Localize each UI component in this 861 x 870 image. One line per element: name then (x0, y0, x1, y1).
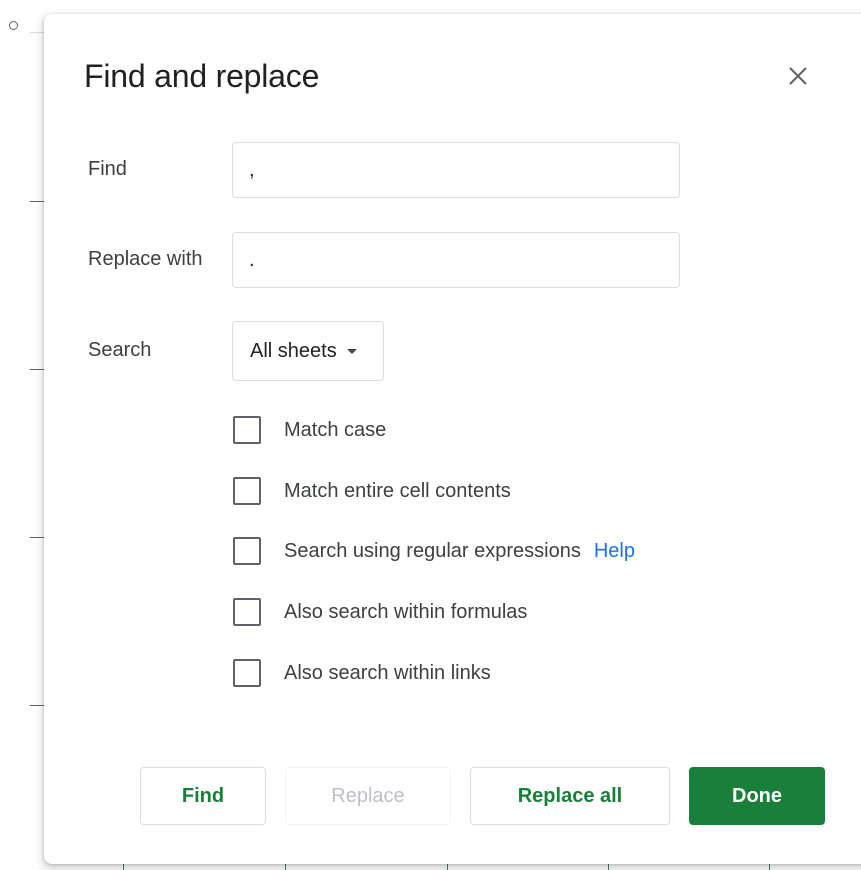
find-button[interactable]: Find (140, 767, 266, 825)
find-label: Find (88, 158, 127, 180)
regex-checkbox[interactable] (233, 537, 261, 565)
close-icon (789, 67, 807, 85)
within-formulas-checkbox[interactable] (233, 598, 261, 626)
dialog-title: Find and replace (84, 58, 320, 94)
match-case-label: Match case (284, 418, 387, 441)
help-link[interactable]: Help (594, 540, 635, 563)
match-case-checkbox[interactable] (233, 416, 261, 444)
option-match-case[interactable]: Match case (233, 414, 386, 446)
search-scope-value: All sheets (250, 339, 337, 362)
background-divider (30, 32, 44, 33)
search-scope-dropdown[interactable]: All sheets (232, 321, 384, 381)
within-links-label: Also search within links (284, 661, 491, 684)
regex-label: Search using regular expressions (284, 539, 581, 562)
replace-button[interactable]: Replace (285, 767, 451, 825)
background-row-line (30, 201, 44, 202)
within-links-checkbox[interactable] (233, 659, 261, 687)
search-label: Search (88, 339, 152, 361)
option-regex[interactable]: Search using regular expressions Help (233, 535, 635, 567)
match-entire-cell-label: Match entire cell contents (284, 479, 511, 502)
option-within-links[interactable]: Also search within links (233, 657, 491, 689)
within-formulas-label: Also search within formulas (284, 600, 528, 623)
option-within-formulas[interactable]: Also search within formulas (233, 596, 527, 628)
background-row-line (30, 369, 44, 370)
background-row-line (30, 705, 44, 706)
match-entire-cell-checkbox[interactable] (233, 477, 261, 505)
replace-all-button[interactable]: Replace all (470, 767, 670, 825)
find-input[interactable] (232, 142, 680, 198)
caret-down-icon (346, 348, 357, 354)
find-and-replace-dialog: Find and replace Find Replace with Searc… (44, 14, 861, 864)
option-match-entire-cell[interactable]: Match entire cell contents (233, 475, 511, 507)
done-button[interactable]: Done (689, 767, 825, 825)
close-button[interactable] (780, 58, 816, 94)
background-radio-icon (9, 21, 18, 30)
background-row-line (30, 537, 44, 538)
replace-label: Replace with (88, 248, 203, 270)
replace-input[interactable] (232, 232, 680, 288)
